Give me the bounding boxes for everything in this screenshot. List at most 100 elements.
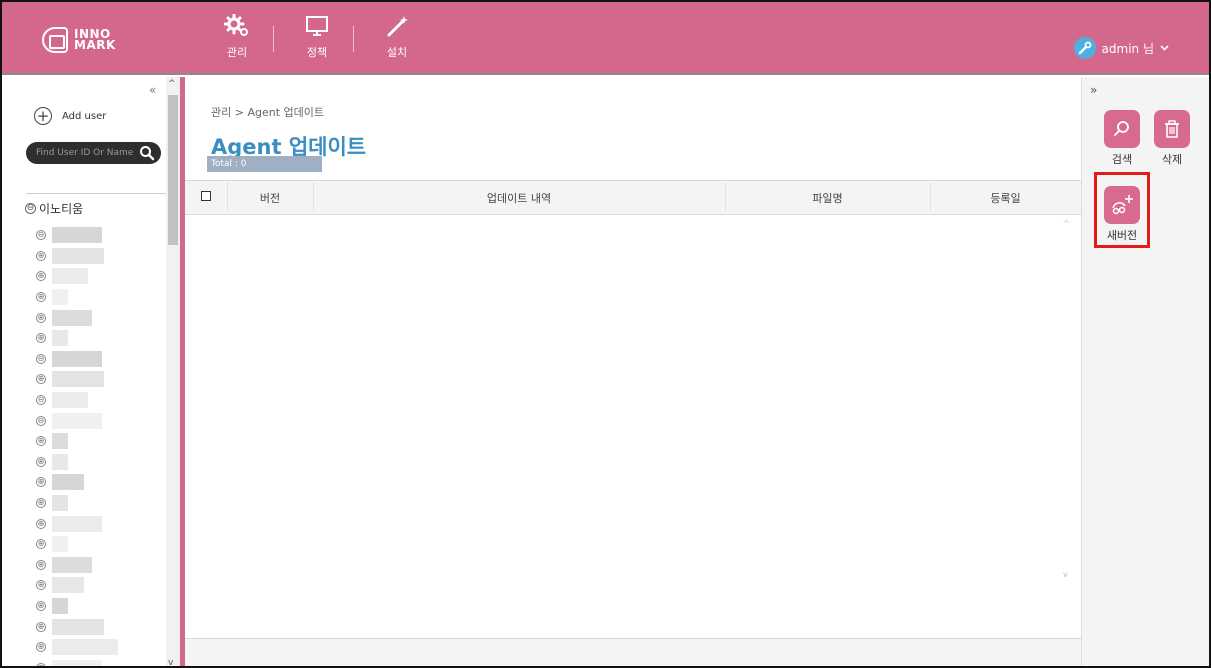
- redacted-node-label: [52, 577, 84, 594]
- tree-expand-icon[interactable]: ⊕: [36, 292, 46, 303]
- action-panel: » 검색 삭제 새버전: [1081, 77, 1209, 666]
- tree-node[interactable]: ⊕: [36, 555, 118, 576]
- search-icon[interactable]: [139, 145, 155, 161]
- user-sidebar: « + Add user ⊖ 이노티움 ⊖ ⊕ ⊕ ⊕ ⊕ ⊕ ⊖ ⊕ ⊖ ⊖ ⊕ ⊕ ⊕ ⊕ ⊕ ⊕ ⊕ ⊕ ⊕ ⊕…: [2, 77, 180, 666]
- tree-node[interactable]: ⊕: [36, 493, 118, 514]
- tree-node[interactable]: ⊕: [36, 513, 118, 534]
- column-header-registered-date[interactable]: 등록일: [930, 181, 1081, 211]
- sidebar-scrollbar[interactable]: ^ v: [166, 77, 180, 666]
- search-button-label: 검색: [1111, 153, 1133, 166]
- nav-item-policy[interactable]: 정책: [273, 14, 357, 66]
- tree-collapse-icon[interactable]: ⊖: [36, 415, 46, 426]
- tree-expand-icon[interactable]: ⊕: [36, 456, 46, 467]
- app-window: INNO MARK 관리 정책 설치 admin 님 « + Add user …: [0, 0, 1211, 668]
- tree-expand-icon[interactable]: ⊕: [36, 498, 46, 509]
- tree-node[interactable]: ⊕: [36, 369, 118, 390]
- redacted-node-label: [52, 247, 104, 264]
- tree-expand-icon[interactable]: ⊕: [36, 333, 46, 344]
- tree-expand-icon[interactable]: ⊕: [36, 621, 46, 632]
- logo-mark-icon: [42, 27, 68, 53]
- column-header-filename[interactable]: 파일명: [725, 181, 930, 211]
- tree-collapse-icon[interactable]: ⊖: [36, 353, 46, 364]
- collapse-sidebar-button[interactable]: «: [149, 83, 156, 97]
- tree-root-node[interactable]: ⊖ 이노티움: [25, 200, 83, 217]
- tree-expand-icon[interactable]: ⊕: [36, 312, 46, 323]
- scrollbar-thumb[interactable]: [168, 95, 178, 245]
- tree-node[interactable]: ⊕: [36, 657, 118, 666]
- tree-node[interactable]: ⊕: [36, 575, 118, 596]
- nav-item-install[interactable]: 설치: [353, 14, 437, 66]
- scroll-down-icon[interactable]: v: [1063, 570, 1068, 579]
- tree-expand-icon[interactable]: ⊕: [36, 271, 46, 282]
- tree-collapse-icon[interactable]: ⊖: [36, 230, 46, 241]
- redacted-node-label: [52, 515, 102, 532]
- redacted-node-label: [52, 433, 68, 450]
- tree-expand-icon[interactable]: ⊕: [36, 580, 46, 591]
- tree-node[interactable]: ⊕: [36, 266, 118, 287]
- tree-expand-icon[interactable]: ⊕: [36, 477, 46, 488]
- new-version-button[interactable]: 새버전: [1102, 186, 1142, 243]
- tree-expand-icon[interactable]: ⊕: [36, 662, 46, 666]
- redacted-node-label: [52, 659, 102, 666]
- redacted-node-label: [52, 474, 84, 491]
- plus-circle-icon: +: [34, 107, 52, 125]
- tree-node[interactable]: ⊕: [36, 307, 118, 328]
- tree-node[interactable]: ⊕: [36, 246, 118, 267]
- tree-node[interactable]: ⊕: [36, 452, 118, 473]
- tree-node[interactable]: ⊖: [36, 390, 118, 411]
- tree-node[interactable]: ⊖: [36, 225, 118, 246]
- tree-node[interactable]: ⊕: [36, 637, 118, 658]
- nav-label: 설치: [386, 46, 408, 59]
- tree-node[interactable]: ⊕: [36, 472, 118, 493]
- redacted-node-label: [52, 556, 92, 573]
- user-search-input[interactable]: [36, 148, 138, 158]
- redacted-node-label: [52, 412, 102, 429]
- tree-node[interactable]: ⊕: [36, 596, 118, 617]
- column-header-update-notes[interactable]: 업데이트 내역: [313, 181, 725, 211]
- user-menu[interactable]: admin 님: [1073, 37, 1169, 59]
- redacted-node-label: [52, 453, 68, 470]
- collapse-action-panel-button[interactable]: »: [1090, 83, 1097, 97]
- tree-expand-icon[interactable]: ⊕: [36, 600, 46, 611]
- search-button[interactable]: 검색: [1102, 110, 1142, 167]
- redacted-node-label: [52, 309, 92, 326]
- tree-expand-icon[interactable]: ⊕: [36, 642, 46, 653]
- scroll-up-icon[interactable]: ^: [168, 79, 176, 89]
- logo[interactable]: INNO MARK: [42, 26, 142, 54]
- tree-node[interactable]: ⊕: [36, 328, 118, 349]
- add-user-button[interactable]: + Add user: [34, 107, 106, 125]
- redacted-node-label: [52, 536, 68, 553]
- tree-expand-icon[interactable]: ⊕: [36, 539, 46, 550]
- tree-node[interactable]: ⊕: [36, 616, 118, 637]
- logo-text: INNO MARK: [74, 28, 116, 51]
- tree-node[interactable]: ⊕: [36, 431, 118, 452]
- tree-expand-icon[interactable]: ⊕: [36, 518, 46, 529]
- select-all-checkbox[interactable]: [201, 191, 211, 201]
- trash-icon: [1154, 110, 1190, 148]
- tree-node[interactable]: ⊕: [36, 287, 118, 308]
- tree-expand-icon[interactable]: ⊕: [36, 559, 46, 570]
- table-scrollbar[interactable]: ^ v: [1061, 219, 1073, 579]
- tree-collapse-icon[interactable]: ⊖: [36, 395, 46, 406]
- scroll-up-icon[interactable]: ^: [1063, 219, 1070, 228]
- tree-expand-icon[interactable]: ⊕: [36, 250, 46, 261]
- column-header-version[interactable]: 버전: [227, 181, 313, 211]
- redacted-node-label: [52, 227, 102, 244]
- redacted-node-label: [52, 289, 68, 306]
- monitor-icon: [304, 14, 330, 38]
- delete-button[interactable]: 삭제: [1152, 110, 1192, 167]
- tree-expand-icon[interactable]: ⊕: [36, 436, 46, 447]
- tree-node[interactable]: ⊕: [36, 534, 118, 555]
- table-footer: [185, 638, 1081, 666]
- scroll-down-icon[interactable]: v: [168, 658, 173, 666]
- tree-node[interactable]: ⊖: [36, 410, 118, 431]
- tree-expand-icon[interactable]: ⊕: [36, 374, 46, 385]
- tree-node[interactable]: ⊖: [36, 349, 118, 370]
- wrench-icon: [1073, 37, 1096, 59]
- nav-item-manage[interactable]: 관리: [197, 14, 277, 66]
- add-user-label: Add user: [62, 110, 107, 122]
- search-icon: [1104, 110, 1140, 148]
- redacted-node-label: [52, 495, 68, 512]
- tree-collapse-icon[interactable]: ⊖: [25, 203, 36, 214]
- table-body: ^ v: [185, 215, 1081, 640]
